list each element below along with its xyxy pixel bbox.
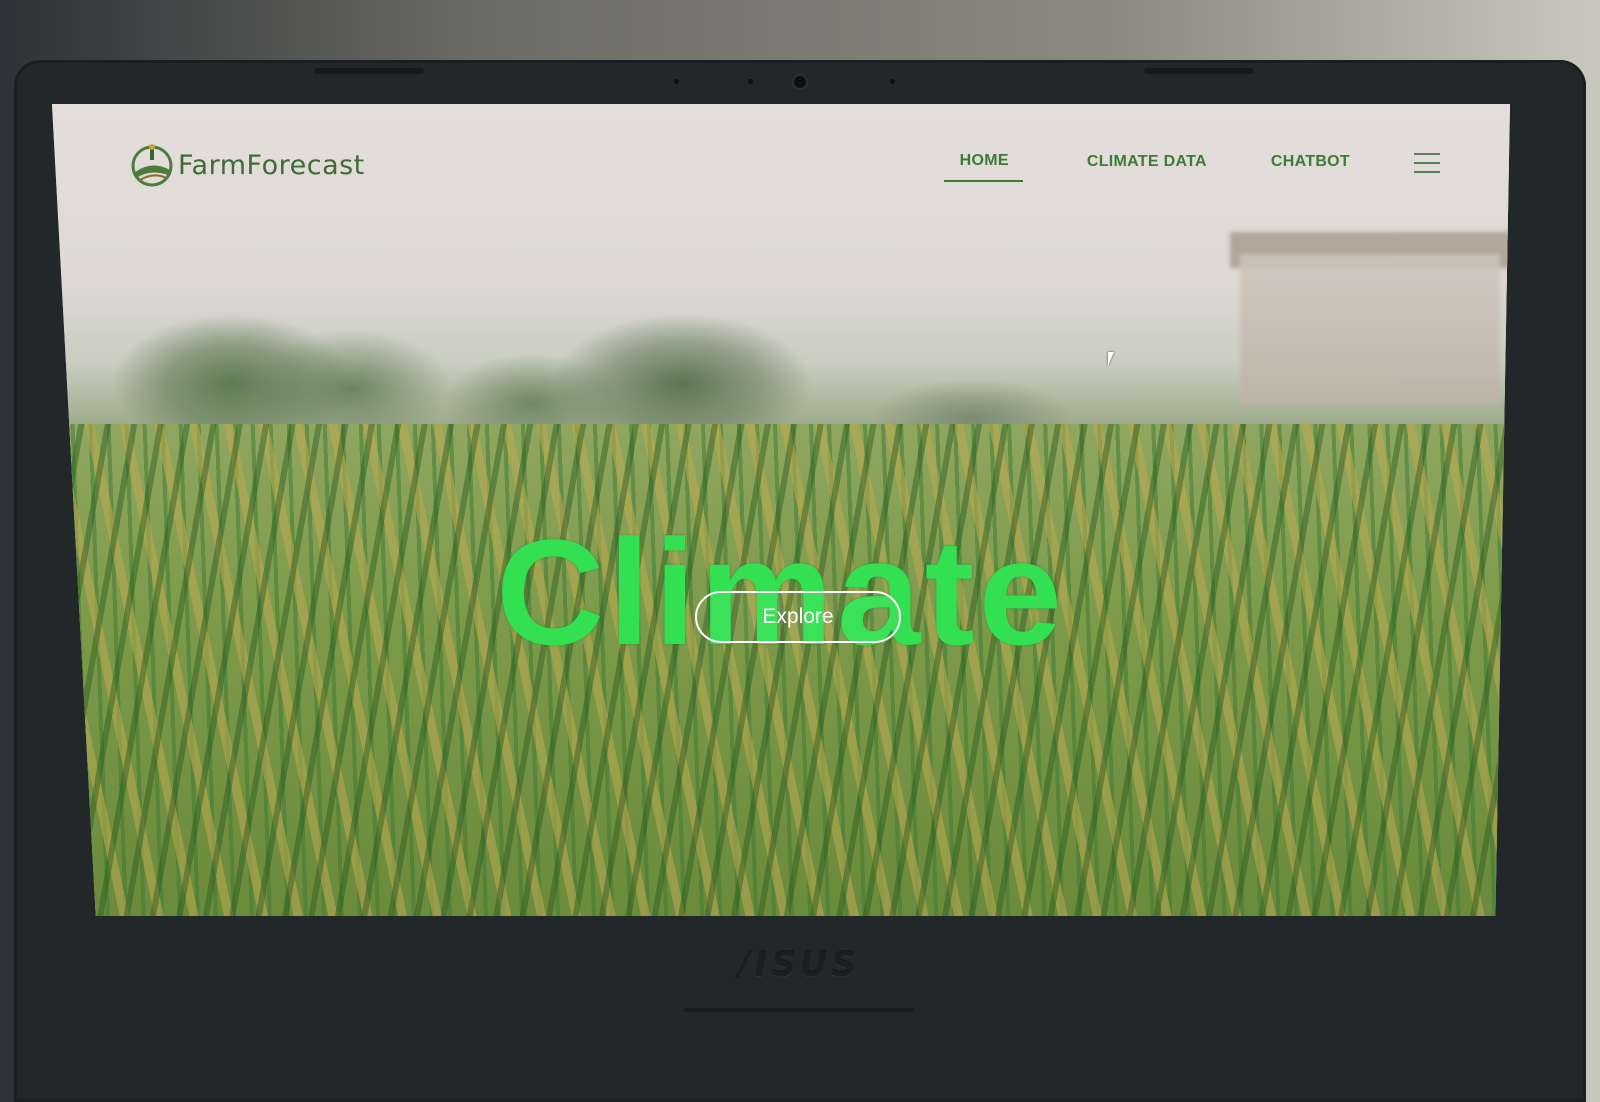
mouse-cursor-icon xyxy=(1108,352,1114,366)
nav-chatbot[interactable]: CHATBOT xyxy=(1271,153,1350,181)
nav-home[interactable]: HOME xyxy=(943,152,1023,182)
bezel-vent-right xyxy=(1144,68,1254,74)
hamburger-icon[interactable] xyxy=(1414,153,1440,173)
farm-field-icon xyxy=(130,142,176,188)
nav-climate-data[interactable]: CLIMATE DATA xyxy=(1087,153,1207,181)
nav-links: HOME CLIMATE DATA CHATBOT xyxy=(880,152,1440,182)
logo-text: FarmForecast xyxy=(178,149,365,181)
explore-button[interactable]: Explore xyxy=(695,591,901,643)
site-logo[interactable]: FarmForecast xyxy=(130,142,365,188)
bezel-vent-left xyxy=(314,68,424,74)
sensor-dot xyxy=(674,79,679,84)
bezel-bottom-slot xyxy=(684,1008,914,1012)
webcam-icon xyxy=(794,76,806,88)
hero-house xyxy=(1240,254,1500,404)
sensor-dot xyxy=(748,79,753,84)
laptop-bezel: FarmForecast HOME CLIMATE DATA CHATBOT C… xyxy=(14,60,1586,1102)
screen: FarmForecast HOME CLIMATE DATA CHATBOT C… xyxy=(52,104,1510,916)
sensor-dot xyxy=(890,79,895,84)
top-nav: FarmForecast HOME CLIMATE DATA CHATBOT xyxy=(52,104,1510,244)
laptop-brand-logo: /ISUS xyxy=(738,945,860,985)
